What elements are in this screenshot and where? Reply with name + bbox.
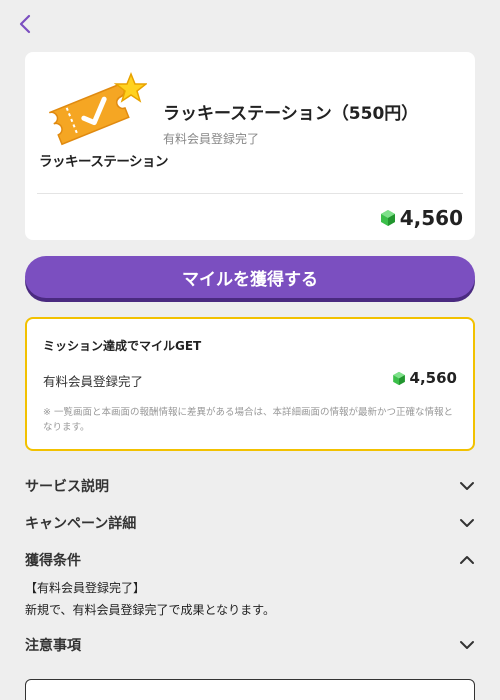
service-subtitle: 有料会員登録完了 [163, 132, 260, 146]
get-miles-button[interactable]: マイルを獲得する [25, 256, 475, 298]
section-notes[interactable]: 注意事項 [25, 631, 475, 659]
divider [37, 193, 463, 194]
section-service-description[interactable]: サービス説明 [25, 472, 475, 500]
section-label: キャンペーン詳細 [25, 516, 137, 532]
section-label: 注意事項 [25, 638, 81, 654]
chevron-down-icon [460, 641, 474, 649]
section-conditions[interactable]: 獲得条件 [25, 546, 475, 574]
mission-note: ※ 一覧画面と本画面の報酬情報に差異がある場合は、本詳細画面の情報が最新かつ正確… [43, 407, 453, 433]
green-gem-icon [392, 371, 405, 385]
green-gem-icon [380, 210, 395, 226]
ticket-star-icon [48, 71, 149, 146]
service-title: ラッキーステーション（550円） [163, 104, 419, 124]
section-label: サービス説明 [25, 479, 109, 495]
logo-text: ラッキーステーション [39, 154, 169, 170]
reward-amount: 4,560 [399, 206, 463, 230]
bottom-button[interactable] [25, 679, 475, 700]
back-button[interactable] [14, 10, 36, 38]
service-card: ラッキーステーション ラッキーステーション（550円） 有料会員登録完了 4,5… [25, 52, 475, 240]
conditions-heading: 【有料会員登録完了】 [25, 581, 146, 595]
chevron-down-icon [460, 482, 474, 490]
service-reward: 4,560 [380, 206, 463, 230]
conditions-body: 新規で、有料会員登録完了で成果となります。 [25, 603, 275, 617]
section-campaign-detail[interactable]: キャンペーン詳細 [25, 509, 475, 537]
chevron-down-icon [460, 519, 474, 527]
mission-box: ミッション達成でマイルGET 有料会員登録完了 4,560 ※ 一覧画面と本画面… [25, 317, 475, 451]
section-label: 獲得条件 [25, 553, 81, 569]
chevron-left-icon [19, 14, 31, 34]
chevron-up-icon [460, 556, 474, 564]
mission-row-reward: 4,560 [392, 369, 457, 387]
mission-row-label: 有料会員登録完了 [43, 374, 144, 389]
service-logo: ラッキーステーション [39, 70, 169, 170]
mission-reward-amount: 4,560 [409, 369, 457, 387]
mission-title: ミッション達成でマイルGET [43, 339, 202, 353]
